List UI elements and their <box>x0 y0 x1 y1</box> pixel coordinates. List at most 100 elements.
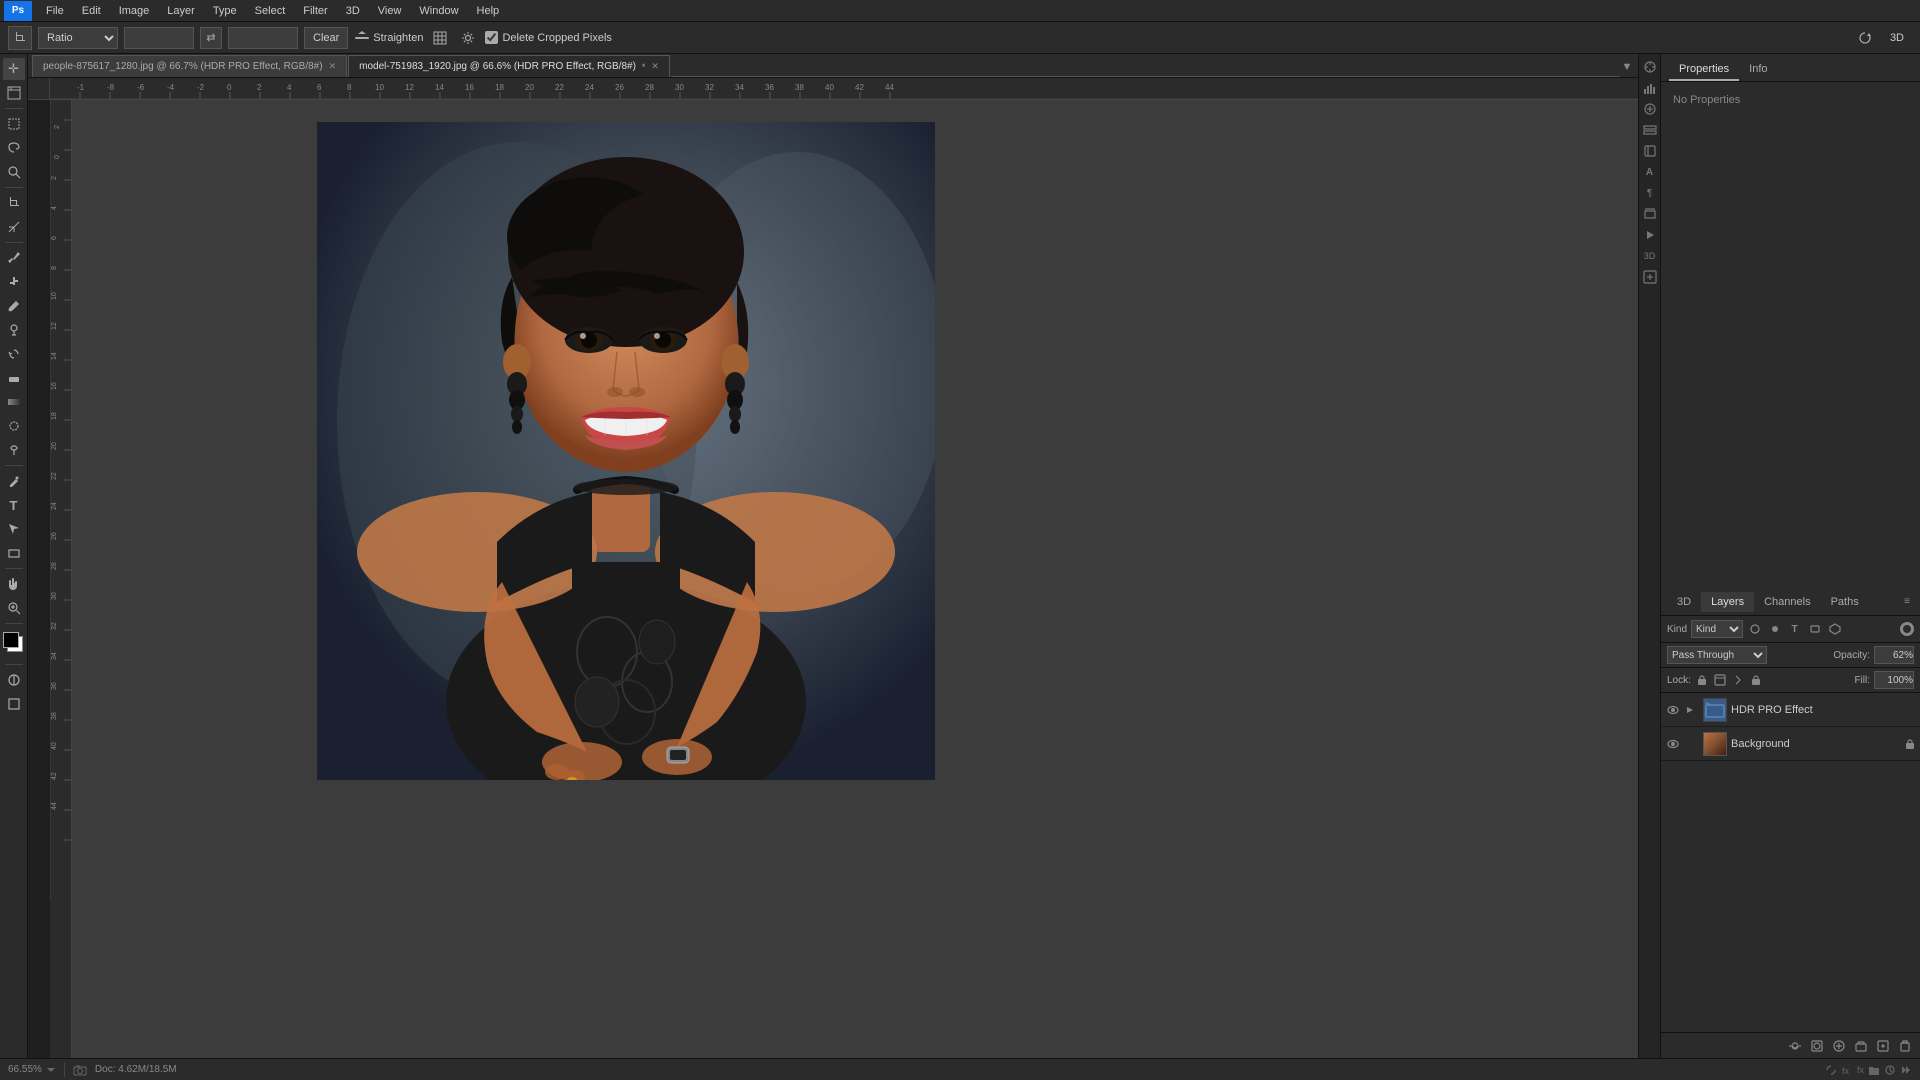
ratio-select[interactable]: Ratio <box>38 27 118 49</box>
crop-tool[interactable] <box>3 192 25 214</box>
menu-layer[interactable]: Layer <box>159 3 203 19</box>
screen-mode-btn[interactable] <box>3 693 25 715</box>
eyedropper-tool[interactable] <box>3 247 25 269</box>
menu-help[interactable]: Help <box>469 3 508 19</box>
new-group-icon[interactable] <box>1852 1037 1870 1055</box>
brush-tool[interactable] <box>3 295 25 317</box>
eraser-tool[interactable] <box>3 367 25 389</box>
grid-button[interactable] <box>429 27 451 49</box>
paragraph-icon[interactable]: ¶ <box>1641 184 1659 202</box>
pen-tool[interactable] <box>3 470 25 492</box>
foreground-color-swatch[interactable] <box>3 632 19 648</box>
filter-smartobj-icon[interactable] <box>1827 621 1843 637</box>
add-mask-icon[interactable] <box>1808 1037 1826 1055</box>
tab-layers[interactable]: Layers <box>1701 592 1754 612</box>
filter-shape-icon[interactable] <box>1807 621 1823 637</box>
ratio-height-input[interactable] <box>228 27 298 49</box>
healing-tool[interactable] <box>3 271 25 293</box>
transform-icon[interactable] <box>1641 205 1659 223</box>
delete-cropped-checkbox[interactable] <box>485 31 498 44</box>
shape-tool[interactable] <box>3 542 25 564</box>
lock-transparent-icon[interactable] <box>1695 673 1709 687</box>
filter-text-icon[interactable]: T <box>1787 621 1803 637</box>
libraries-icon[interactable] <box>1641 142 1659 160</box>
artboard-tool[interactable] <box>3 82 25 104</box>
group-arrow-hdr[interactable] <box>1685 705 1699 715</box>
layer-visibility-bg[interactable] <box>1665 736 1681 752</box>
stats-icon[interactable] <box>1641 268 1659 286</box>
text-tool[interactable]: T <box>3 494 25 516</box>
gradient-tool[interactable] <box>3 391 25 413</box>
quick-select-tool[interactable] <box>3 161 25 183</box>
zoom-area[interactable]: 66.55% <box>8 1064 56 1075</box>
tab-info[interactable]: Info <box>1739 59 1777 81</box>
menu-window[interactable]: Window <box>411 3 466 19</box>
zoom-tool[interactable] <box>3 597 25 619</box>
settings-button[interactable] <box>457 27 479 49</box>
tab-paths[interactable]: Paths <box>1821 592 1869 612</box>
color-sampler-icon[interactable] <box>1641 58 1659 76</box>
new-layer-icon[interactable] <box>1874 1037 1892 1055</box>
quick-mask-btn[interactable] <box>3 669 25 691</box>
clone-stamp-tool[interactable] <box>3 319 25 341</box>
menu-filter[interactable]: Filter <box>295 3 335 19</box>
filter-toggle[interactable] <box>1900 622 1914 636</box>
tab-channels[interactable]: Channels <box>1754 592 1820 612</box>
ratio-width-input[interactable] <box>124 27 194 49</box>
3d-icon[interactable]: 3D <box>1641 247 1659 265</box>
menu-select[interactable]: Select <box>247 3 294 19</box>
move-tool[interactable]: ✛ <box>3 58 25 80</box>
lasso-tool[interactable] <box>3 137 25 159</box>
menu-file[interactable]: File <box>38 3 72 19</box>
layer-comps-icon[interactable] <box>1641 121 1659 139</box>
delete-cropped-label[interactable]: Delete Cropped Pixels <box>485 31 611 44</box>
filter-adjust-icon[interactable] <box>1767 621 1783 637</box>
histogram-icon[interactable] <box>1641 79 1659 97</box>
swap-button[interactable]: ⇄ <box>200 27 222 49</box>
tab-model[interactable]: model-751983_1920.jpg @ 66.6% (HDR PRO E… <box>348 55 670 77</box>
history-brush-tool[interactable] <box>3 343 25 365</box>
link-layers-icon[interactable] <box>1786 1037 1804 1055</box>
character-icon[interactable]: A <box>1641 163 1659 181</box>
layers-panel-menu[interactable]: ≡ <box>1900 596 1914 607</box>
color-swatches[interactable] <box>3 632 25 660</box>
timeline-icon[interactable] <box>1641 226 1659 244</box>
canvas-scroll[interactable] <box>72 100 1638 1058</box>
reset-icon[interactable] <box>1854 27 1876 49</box>
path-select-tool[interactable] <box>3 518 25 540</box>
layer-row-background[interactable]: Background <box>1661 727 1920 761</box>
svg-text:6: 6 <box>317 83 322 92</box>
tab-people[interactable]: people-875617_1280.jpg @ 66.7% (HDR PRO … <box>32 55 347 77</box>
menu-type[interactable]: Type <box>205 3 245 19</box>
clear-button[interactable]: Clear <box>304 27 348 49</box>
hand-tool[interactable] <box>3 573 25 595</box>
slice-tool[interactable] <box>3 216 25 238</box>
opacity-input[interactable] <box>1874 646 1914 664</box>
tab-properties[interactable]: Properties <box>1669 59 1739 81</box>
filter-pixel-icon[interactable] <box>1747 621 1763 637</box>
tab-people-close[interactable]: ✕ <box>329 61 337 72</box>
menu-image[interactable]: Image <box>111 3 158 19</box>
delete-layer-icon[interactable] <box>1896 1037 1914 1055</box>
lock-image-icon[interactable] <box>1713 673 1727 687</box>
lock-all-icon[interactable] <box>1749 673 1763 687</box>
menu-3d[interactable]: 3D <box>338 3 368 19</box>
blend-mode-select[interactable]: Pass Through <box>1667 646 1767 664</box>
tab-model-close[interactable]: ✕ <box>651 61 659 72</box>
marquee-tool[interactable] <box>3 113 25 135</box>
crop-tool-icon[interactable] <box>8 26 32 50</box>
kind-select[interactable]: Kind <box>1691 620 1743 638</box>
layer-visibility-hdr[interactable] <box>1665 702 1681 718</box>
straighten-group[interactable]: Straighten <box>354 30 423 46</box>
lock-position-icon[interactable] <box>1731 673 1745 687</box>
dodge-tool[interactable] <box>3 439 25 461</box>
new-adjustment-icon[interactable] <box>1830 1037 1848 1055</box>
tabs-menu-btn[interactable]: ▼ <box>1620 57 1634 77</box>
layer-row-hdr[interactable]: HDR PRO Effect <box>1661 693 1920 727</box>
tab-3d[interactable]: 3D <box>1667 592 1701 612</box>
adjustments-icon[interactable] <box>1641 100 1659 118</box>
menu-edit[interactable]: Edit <box>74 3 109 19</box>
fill-input[interactable] <box>1874 671 1914 689</box>
menu-view[interactable]: View <box>370 3 410 19</box>
blur-tool[interactable] <box>3 415 25 437</box>
